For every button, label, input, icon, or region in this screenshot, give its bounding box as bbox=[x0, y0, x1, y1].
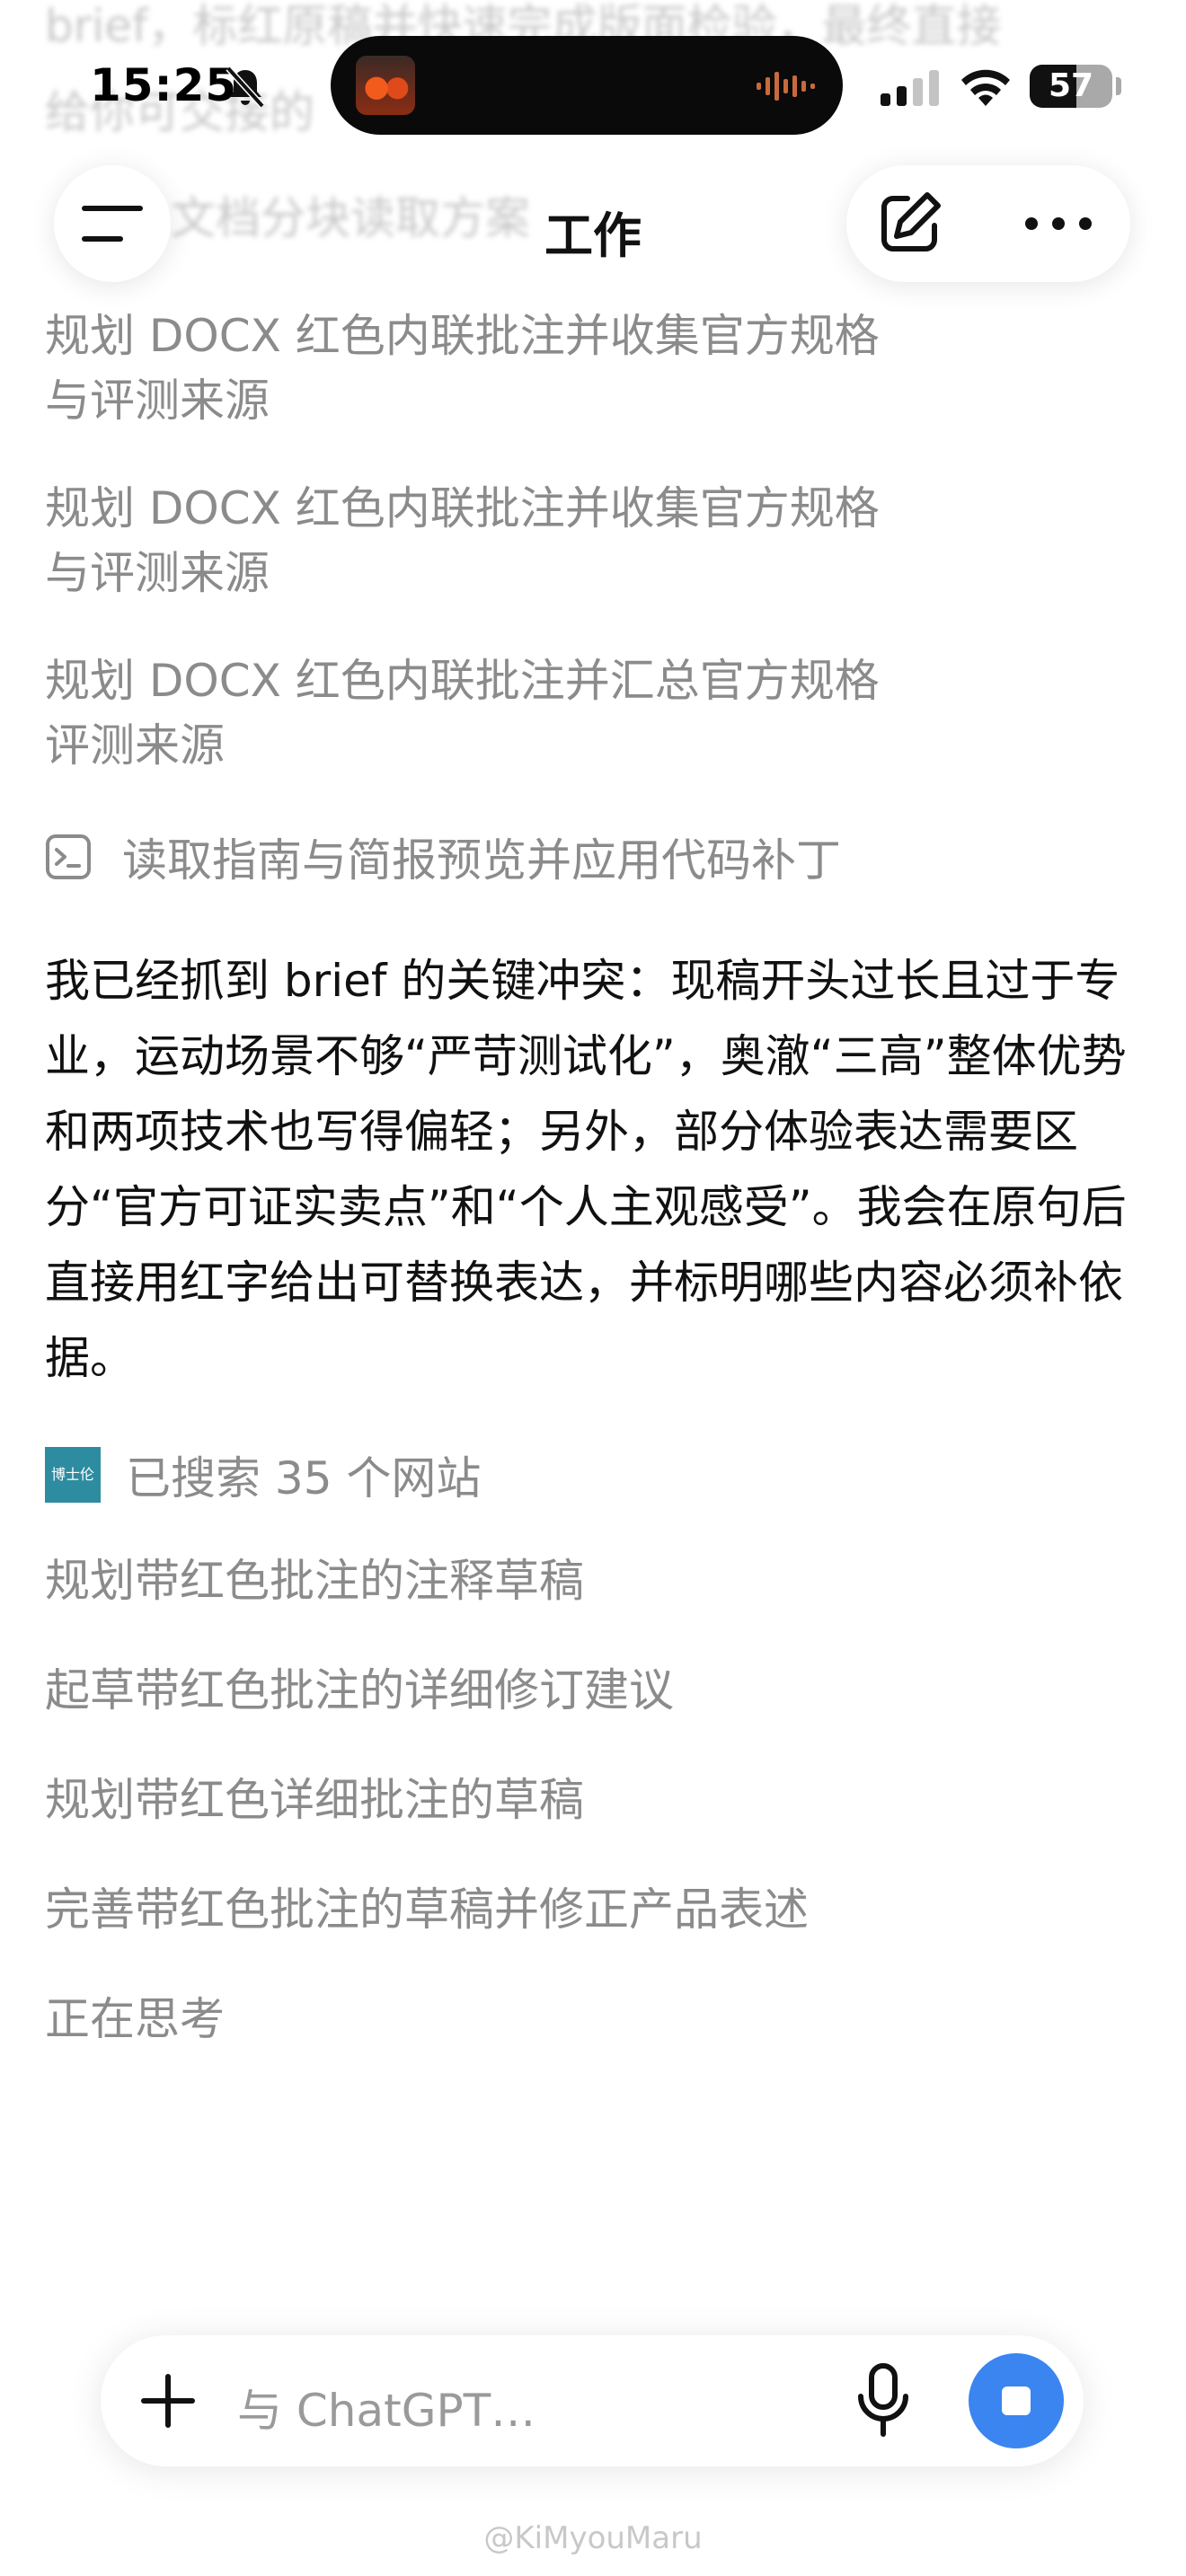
more-options-icon[interactable] bbox=[1022, 215, 1094, 233]
dynamic-island[interactable] bbox=[331, 36, 843, 135]
terminal-icon bbox=[46, 834, 91, 879]
assistant-message: 我已经抓到 brief 的关键冲突：现稿开头过长且过于专业，运动场景不够“严苛测… bbox=[45, 955, 1127, 1384]
stop-generating-button[interactable] bbox=[969, 2353, 1064, 2448]
battery-tip bbox=[1116, 77, 1121, 95]
message-composer[interactable]: 与 ChatGPT… bbox=[101, 2335, 1084, 2466]
silent-bell-icon bbox=[226, 66, 265, 109]
watermark: @KiMyouMaru bbox=[483, 2520, 703, 2556]
stop-icon bbox=[1002, 2386, 1031, 2415]
tool-step: 读取指南与简报预览并应用代码补丁 bbox=[45, 825, 841, 889]
microphone-icon[interactable] bbox=[854, 2362, 913, 2439]
add-attachment-icon[interactable] bbox=[140, 2373, 196, 2429]
step-item: 规划带红色批注的注释草稿 bbox=[45, 1555, 584, 1607]
step-item: 完善带红色批注的草稿并修正产品表述 bbox=[45, 1883, 809, 1936]
header-actions bbox=[846, 165, 1130, 282]
battery-indicator: 57 bbox=[1030, 65, 1112, 108]
tool-step-label: 读取指南与简报预览并应用代码补丁 bbox=[122, 834, 841, 887]
battery-percent: 57 bbox=[1048, 67, 1094, 104]
step-item: 起草带红色批注的详细修订建议 bbox=[45, 1664, 674, 1716]
step-item: 规划 DOCX 红色内联批注并收集官方规格 与评测来源 bbox=[45, 310, 880, 427]
site-favicon-text: 博士伦 bbox=[50, 1466, 94, 1484]
status-time: 15:25 bbox=[90, 59, 238, 111]
album-art-icon bbox=[356, 56, 415, 115]
step-item: 规划 DOCX 红色内联批注并收集官方规格 与评测来源 bbox=[45, 482, 880, 599]
thinking-status: 正在思考 bbox=[45, 1993, 225, 2045]
cellular-signal-icon bbox=[881, 70, 939, 106]
audio-waveform-icon bbox=[757, 72, 815, 101]
step-item: 规划 DOCX 红色内联批注并汇总官方规格 评测来源 bbox=[45, 655, 880, 772]
wifi-icon bbox=[961, 69, 1010, 106]
step-item: 规划带红色详细批注的草稿 bbox=[45, 1774, 584, 1826]
site-favicon-icon: 博士伦 bbox=[45, 1447, 101, 1503]
status-bar: 15:25 57 bbox=[0, 0, 1186, 171]
new-chat-icon[interactable] bbox=[873, 188, 945, 260]
search-step[interactable]: 博士伦 已搜索 35 个网站 bbox=[45, 1442, 481, 1507]
search-step-label: 已搜索 35 个网站 bbox=[126, 1452, 482, 1504]
message-input[interactable]: 与 ChatGPT… bbox=[237, 2375, 535, 2439]
